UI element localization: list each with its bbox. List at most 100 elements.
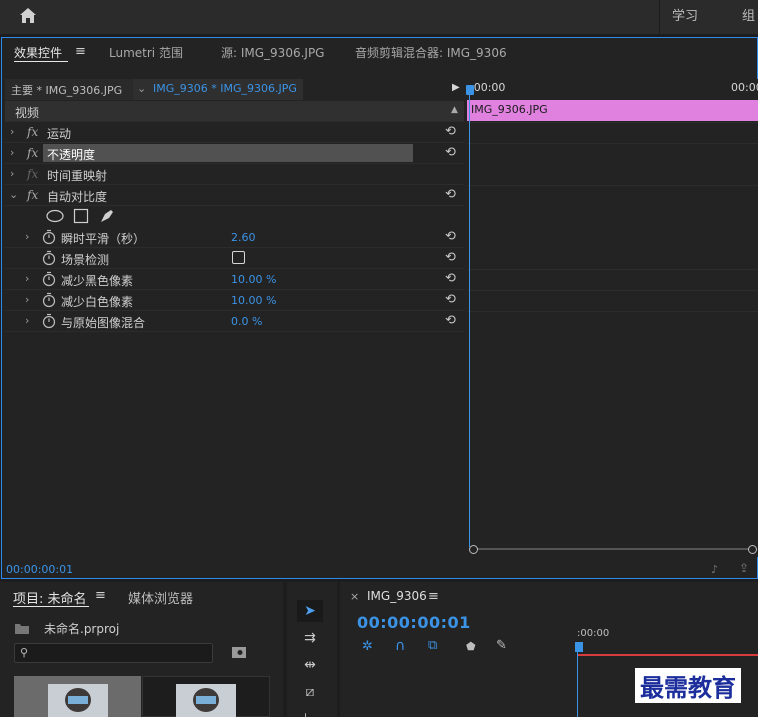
param-value[interactable]: 10.00 % xyxy=(231,294,276,307)
tab-source[interactable]: 源: IMG_9306.JPG xyxy=(221,44,324,61)
workspace-assembly-tab[interactable]: 组 xyxy=(742,5,755,24)
tab-audio-clip-mixer[interactable]: 音频剪辑混合器: IMG_9306 xyxy=(355,44,507,61)
reset-icon[interactable]: ⟲ xyxy=(445,187,456,202)
top-bar: 学习 组 xyxy=(0,0,758,34)
stopwatch-icon[interactable] xyxy=(42,313,56,329)
play-audio-icon[interactable]: ♪ xyxy=(711,563,718,576)
zoom-handle-right[interactable] xyxy=(748,545,757,554)
fx-icon[interactable]: fx xyxy=(27,146,38,160)
effect-row-time-remapping[interactable]: › fx 时间重映射 xyxy=(5,164,464,185)
video-section-label: 视频 xyxy=(15,106,40,120)
chevron-right-icon[interactable]: › xyxy=(25,314,29,327)
param-value[interactable]: 2.60 xyxy=(231,231,256,244)
fx-icon[interactable]: fx xyxy=(27,125,38,139)
param-row-white-clip[interactable]: › 减少白色像素 10.00 % ⟲ xyxy=(5,290,464,311)
media-thumbnail[interactable] xyxy=(14,676,141,717)
clip-bar[interactable]: IMG_9306.JPG xyxy=(467,100,758,121)
mask-tools-row xyxy=(5,206,464,227)
tab-project[interactable]: 项目: 未命名 xyxy=(13,588,87,607)
chevron-right-icon[interactable]: › xyxy=(25,230,29,243)
zoom-handle-left[interactable] xyxy=(469,545,478,554)
wrench-icon[interactable]: ✎ xyxy=(496,638,507,653)
scene-detect-checkbox[interactable] xyxy=(232,251,245,264)
reset-icon[interactable]: ⟲ xyxy=(445,250,456,265)
stopwatch-icon[interactable] xyxy=(42,271,56,287)
workspace-learn-tab[interactable]: 学习 xyxy=(672,5,698,24)
effect-row-motion[interactable]: › fx 运动 ⟲ xyxy=(5,122,464,143)
timeline-timecode[interactable]: 00:00:00:01 xyxy=(357,613,471,632)
home-icon[interactable] xyxy=(18,6,38,26)
pen-mask-icon[interactable] xyxy=(99,208,115,224)
param-name: 减少黑色像素 xyxy=(61,274,134,288)
stopwatch-icon[interactable] xyxy=(42,250,56,266)
param-value[interactable]: 0.0 % xyxy=(231,315,262,328)
stopwatch-icon[interactable] xyxy=(42,229,56,245)
chevron-right-icon[interactable]: › xyxy=(10,167,14,180)
track-select-tool-icon[interactable]: ⇉ xyxy=(297,627,323,649)
param-name: 与原始图像混合 xyxy=(61,316,146,330)
close-icon[interactable]: × xyxy=(350,590,359,603)
export-icon[interactable]: ⇪ xyxy=(739,561,749,575)
chevron-right-icon[interactable]: › xyxy=(10,146,14,159)
param-row-black-clip[interactable]: › 减少黑色像素 10.00 % ⟲ xyxy=(5,269,464,290)
collapse-up-icon[interactable]: ▲ xyxy=(451,105,458,115)
master-clip-tab[interactable]: 主要 * IMG_9306.JPG xyxy=(5,79,133,100)
playhead-handle[interactable] xyxy=(466,85,474,95)
effect-name: 自动对比度 xyxy=(47,190,108,204)
panel-menu-icon[interactable]: ≡ xyxy=(75,44,86,59)
zoom-scrollbar[interactable] xyxy=(473,548,755,550)
sequence-clip-label: IMG_9306 * IMG_9306.JPG xyxy=(153,82,297,95)
tab-media-browser[interactable]: 媒体浏览器 xyxy=(128,588,193,607)
ripple-edit-tool-icon[interactable]: ⇹ xyxy=(297,654,323,676)
effect-controls-timeline[interactable]: :00:00 00:00 xyxy=(467,79,758,557)
media-thumbnail[interactable] xyxy=(142,676,270,717)
razor-tool-icon[interactable]: ⧄ xyxy=(297,681,323,703)
chevron-right-icon[interactable]: › xyxy=(25,293,29,306)
slip-tool-icon[interactable]: ⊢ xyxy=(297,708,323,717)
chevron-down-icon[interactable]: ⌄ xyxy=(9,188,18,201)
linked-selection-icon[interactable]: ⧉ xyxy=(428,638,437,653)
fx-icon[interactable]: fx xyxy=(27,188,38,202)
effect-controls-timecode[interactable]: 00:00:00:01 xyxy=(6,563,73,576)
fx-icon: fx xyxy=(27,167,39,181)
param-name: 瞬时平滑（秒） xyxy=(61,232,146,246)
panel-menu-icon[interactable]: ≡ xyxy=(95,588,106,603)
stopwatch-icon[interactable] xyxy=(42,292,56,308)
new-bin-search-icon[interactable] xyxy=(231,645,247,659)
param-value[interactable]: 10.00 % xyxy=(231,273,276,286)
tab-sequence[interactable]: IMG_9306 xyxy=(367,589,427,603)
param-row-temporal-smoothing[interactable]: › 瞬时平滑（秒） 2.60 ⟲ xyxy=(5,227,464,248)
add-marker-icon[interactable]: ⬟ xyxy=(466,640,476,653)
reset-icon[interactable]: ⟲ xyxy=(445,124,456,139)
chevron-down-icon: ⌄ xyxy=(137,82,147,95)
reset-icon[interactable]: ⟲ xyxy=(445,229,456,244)
tab-lumetri-scopes[interactable]: Lumetri 范围 xyxy=(109,44,183,61)
play-triangle-icon[interactable]: ▶ xyxy=(452,82,460,93)
param-row-blend-original[interactable]: › 与原始图像混合 0.0 % ⟲ xyxy=(5,311,464,332)
reset-icon[interactable]: ⟲ xyxy=(445,292,456,307)
reset-icon[interactable]: ⟲ xyxy=(445,313,456,328)
reset-icon[interactable]: ⟲ xyxy=(445,271,456,286)
param-row-scene-detect[interactable]: 场景检测 ⟲ xyxy=(5,248,464,269)
sequence-clip-tab[interactable]: ⌄ IMG_9306 * IMG_9306.JPG xyxy=(133,79,303,100)
render-bar xyxy=(578,654,758,656)
panel-menu-icon[interactable]: ≡ xyxy=(428,589,439,604)
nest-toggle-icon[interactable]: ✲ xyxy=(362,639,373,654)
rectangle-mask-icon[interactable] xyxy=(73,208,89,224)
effect-row-opacity[interactable]: › fx 不透明度 ⟲ xyxy=(5,143,464,164)
search-input[interactable]: ⚲ xyxy=(14,643,213,663)
snap-icon[interactable]: ∩ xyxy=(395,638,405,654)
track-divider xyxy=(467,185,758,186)
ruler-start-label: :00:00 xyxy=(470,81,506,94)
ellipse-mask-icon[interactable] xyxy=(45,209,65,223)
chevron-right-icon[interactable]: › xyxy=(10,125,14,138)
reset-icon[interactable]: ⟲ xyxy=(445,145,456,160)
project-file-name: 未命名.prproj xyxy=(44,622,120,636)
watermark-logo: 最需教育 xyxy=(635,668,741,703)
selection-tool-icon[interactable]: ➤ xyxy=(297,600,323,622)
tab-effect-controls[interactable]: 效果控件 xyxy=(14,44,62,61)
chevron-right-icon[interactable]: › xyxy=(25,272,29,285)
track-divider xyxy=(467,269,758,270)
effect-row-auto-contrast[interactable]: ⌄ fx 自动对比度 ⟲ xyxy=(5,185,464,206)
timeline-playhead-line xyxy=(577,644,578,717)
